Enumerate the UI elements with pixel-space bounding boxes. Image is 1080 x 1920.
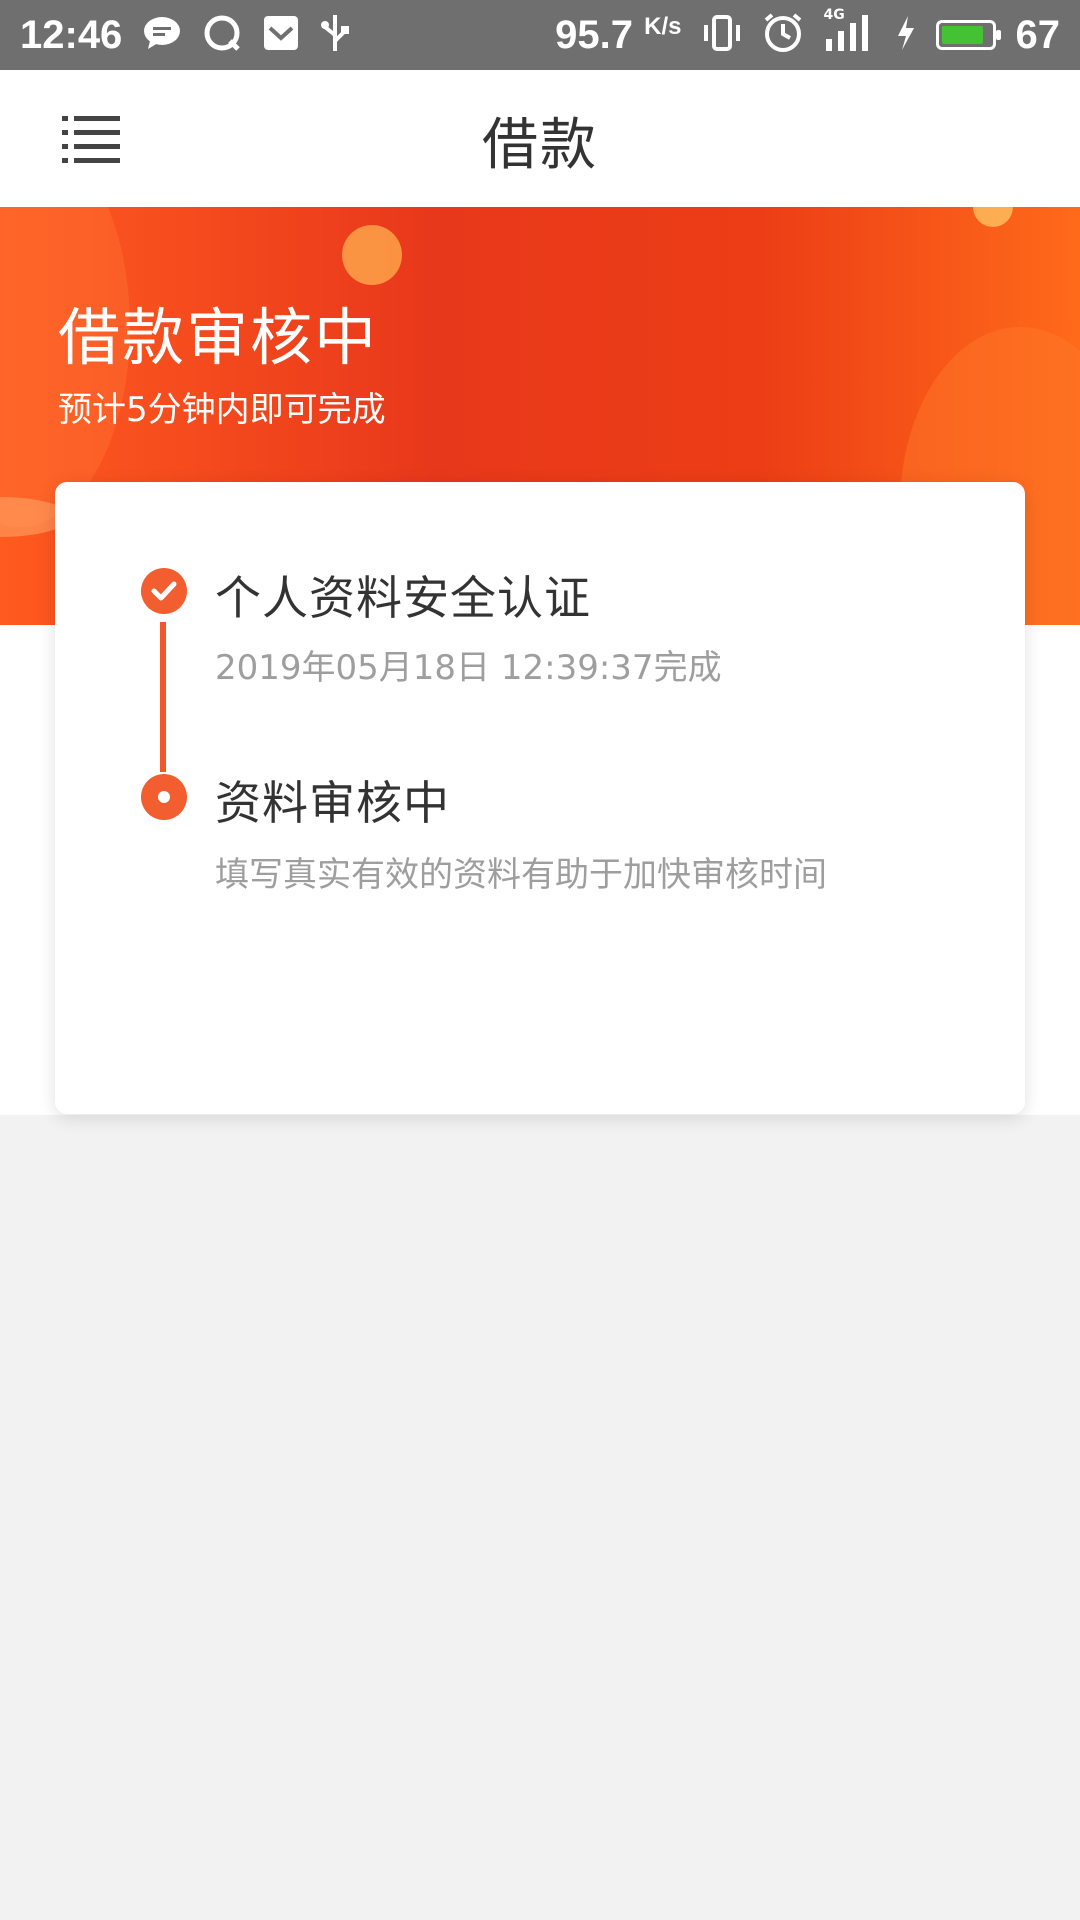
status-bar: 12:46 95.7 K/s 4G 67 — [0, 0, 1080, 70]
step-description: 2019年05月18日 12:39:37完成 — [215, 648, 722, 688]
review-status-subtitle: 预计5分钟内即可完成 — [58, 390, 386, 430]
step-connector-line — [160, 622, 166, 772]
alarm-icon — [762, 12, 804, 58]
qq-icon — [202, 13, 242, 57]
message-icon — [142, 15, 182, 55]
status-bar-right: 95.7 K/s 4G 67 — [555, 7, 1061, 58]
battery-icon — [935, 20, 1001, 50]
status-time: 12:46 — [20, 12, 123, 57]
net-speed-value: 95.7 — [555, 12, 634, 57]
battery-level: 67 — [1015, 12, 1061, 57]
review-status-title: 借款审核中 — [58, 301, 379, 374]
network-type: 4G — [823, 7, 845, 23]
charging-icon — [896, 16, 916, 54]
net-speed: 95.7 K/s — [555, 13, 681, 58]
status-bar-left: 12:46 — [20, 13, 350, 58]
page-title: 借款 — [482, 113, 598, 178]
progress-card: 个人资料安全认证 2019年05月18日 12:39:37完成 资料审核中 填写… — [55, 482, 1025, 1114]
mail-icon — [262, 14, 300, 56]
step-current-icon — [141, 774, 187, 820]
step-title: 资料审核中 — [215, 776, 450, 830]
step-title: 个人资料安全认证 — [215, 571, 591, 625]
app-bar: 借款 — [0, 70, 1080, 207]
step-complete-icon — [141, 568, 187, 614]
net-speed-unit: K/s — [644, 12, 682, 40]
vibrate-icon — [702, 13, 742, 57]
usb-icon — [320, 13, 350, 57]
signal-icon: 4G — [824, 7, 876, 57]
step-description: 填写真实有效的资料有助于加快审核时间 — [215, 855, 827, 895]
